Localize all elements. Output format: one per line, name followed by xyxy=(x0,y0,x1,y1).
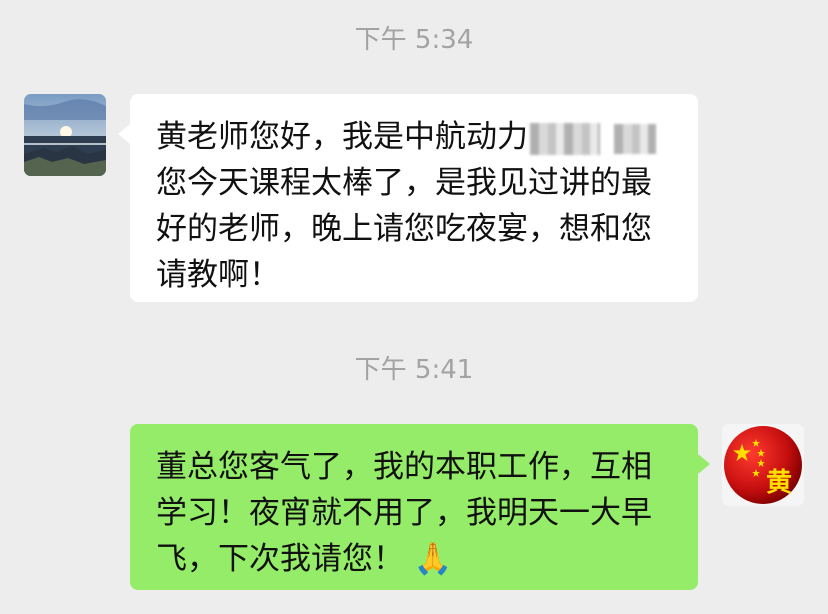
avatar-label: 黄 xyxy=(766,468,792,498)
folded-hands-emoji: 🙏 xyxy=(413,541,453,577)
outgoing-message-text: 董总您客气了，我的本职工作，互相学习！夜宵就不用了，我明天一大早飞，下次我请您！ xyxy=(156,449,652,577)
seascape-sunset-photo-icon xyxy=(24,94,106,176)
timestamp-2: 下午 5:41 xyxy=(354,355,474,385)
incoming-message-part2: 您今天课程太棒了，是我见过讲的最好的老师，晚上请您吃夜宴，想和您请教啊！ xyxy=(156,165,652,293)
timestamp-1: 下午 5:34 xyxy=(354,25,474,55)
outgoing-message-bubble[interactable]: 董总您客气了，我的本职工作，互相学习！夜宵就不用了，我明天一大早飞，下次我请您！… xyxy=(130,424,698,590)
incoming-message-part1: 黄老师您好，我是中航动力 xyxy=(156,119,528,155)
pixelated-redaction xyxy=(530,122,600,155)
incoming-message-bubble[interactable]: 黄老师您好，我是中航动力 您今天课程太棒了，是我见过讲的最好的老师，晚上请您吃夜… xyxy=(130,94,698,302)
outgoing-bubble-tail xyxy=(698,454,710,474)
pixelated-redaction xyxy=(613,123,656,154)
user-avatar[interactable]: 黄 xyxy=(722,424,804,506)
chinese-flag-ball-icon: 黄 xyxy=(722,424,804,506)
incoming-bubble-tail xyxy=(118,124,130,144)
contact-avatar[interactable] xyxy=(24,94,106,176)
